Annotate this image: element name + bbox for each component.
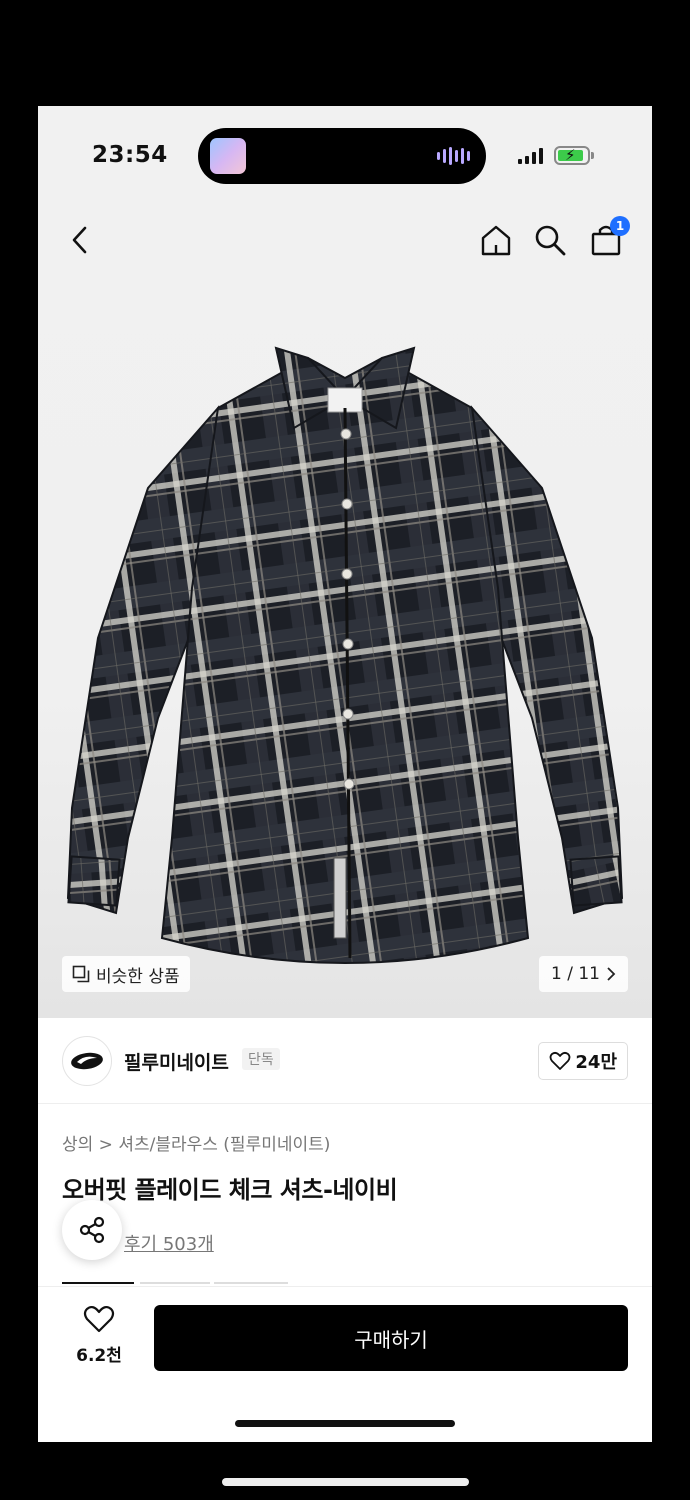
back-button[interactable] <box>60 220 100 260</box>
category-breadcrumb[interactable]: 상의 > 셔츠/블라우스 (필루미네이트) <box>62 1130 330 1155</box>
wishlist-count: 6.2천 <box>76 1346 122 1366</box>
now-playing-artwork <box>210 138 246 174</box>
product-title: 오버핏 플레이드 체크 셔츠-네이비 <box>62 1176 398 1204</box>
image-pager[interactable]: 1 / 11 <box>539 956 628 992</box>
dynamic-island[interactable] <box>198 128 486 184</box>
wishlist-button[interactable]: 6.2천 <box>64 1305 134 1366</box>
brand-like-button[interactable]: 24만 <box>538 1042 628 1080</box>
cart-count-badge: 1 <box>610 216 630 236</box>
brand-like-count: 24만 <box>575 1052 617 1073</box>
home-button[interactable] <box>476 220 516 260</box>
exclusive-badge: 단독 <box>242 1048 280 1070</box>
brand-name[interactable]: 필루미네이트 <box>124 1048 229 1075</box>
cart-button[interactable]: 1 <box>586 216 630 260</box>
product-image-plaid-shirt <box>66 346 624 964</box>
audio-waveform-icon <box>437 146 470 166</box>
brand-row: 필루미네이트 단독 24만 <box>38 1018 652 1104</box>
brand-logo[interactable] <box>62 1036 112 1086</box>
battery-icon: ⚡ <box>554 146 594 165</box>
similar-products-button[interactable]: 비슷한 상품 <box>62 956 190 992</box>
home-indicator[interactable] <box>235 1420 455 1427</box>
search-icon <box>535 225 566 256</box>
bottom-action-bar: 6.2천 구매하기 <box>38 1286 652 1402</box>
chevron-right-icon <box>607 967 616 981</box>
copy-icon <box>72 965 90 983</box>
search-button[interactable] <box>530 220 570 260</box>
phone-screen: 23:54 ⚡ 1 비슷한 상품 1 / 11 필루미네이트 단독 24만 상의… <box>38 106 652 1442</box>
tab-divider <box>214 1282 288 1284</box>
brand-logo-mark <box>71 1052 103 1070</box>
share-icon <box>79 1216 105 1244</box>
buy-button[interactable]: 구매하기 <box>154 1305 628 1371</box>
similar-products-label: 비슷한 상품 <box>96 966 180 987</box>
outer-home-indicator <box>222 1478 469 1486</box>
status-time: 23:54 <box>92 142 168 168</box>
top-navigation-bar: 1 <box>38 206 652 278</box>
home-icon <box>481 225 511 256</box>
tab-indicator <box>62 1282 134 1284</box>
tab-divider <box>140 1282 210 1284</box>
heart-icon <box>549 1051 571 1070</box>
image-pager-label: 1 / 11 <box>551 964 600 984</box>
review-count-link[interactable]: 후기 503개 <box>124 1230 214 1256</box>
heart-icon <box>83 1305 115 1333</box>
cellular-signal-icon <box>518 148 543 164</box>
status-bar: 23:54 ⚡ <box>38 106 652 206</box>
chevron-left-icon <box>72 226 87 254</box>
share-button[interactable] <box>62 1200 122 1260</box>
